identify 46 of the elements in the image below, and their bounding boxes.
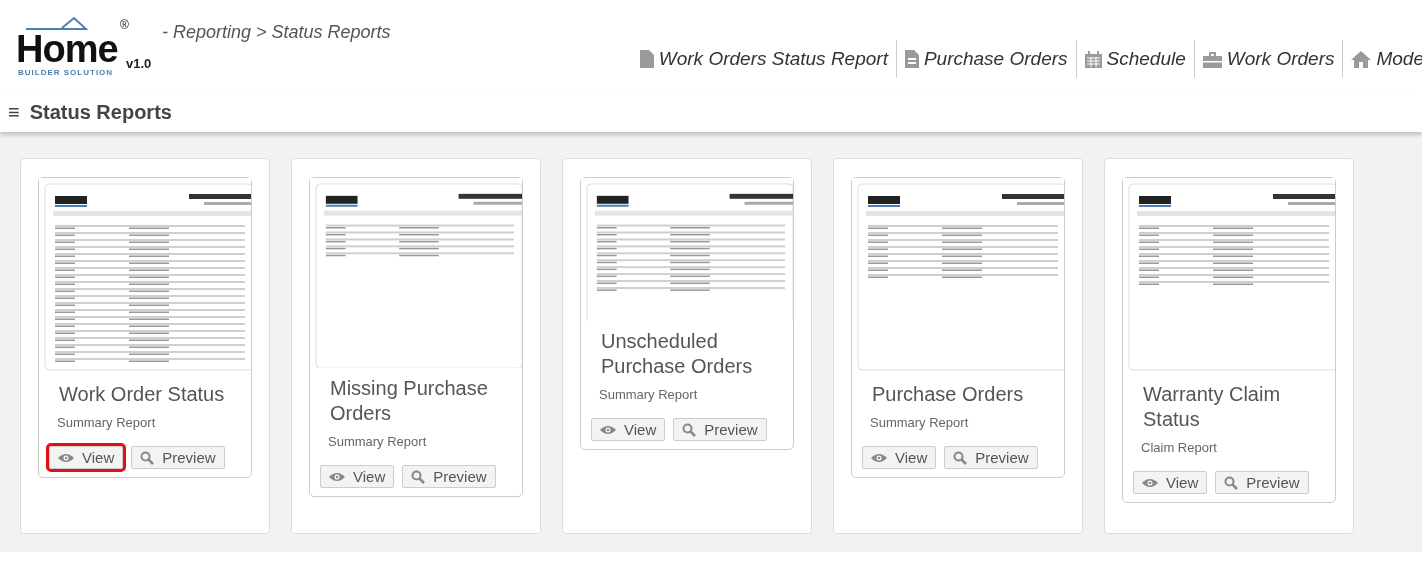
search-icon [140,450,155,465]
version-label: v1.0 [126,56,152,71]
eye-icon [600,424,616,435]
document-icon [639,50,654,68]
report-title: Work Order Status [58,382,226,407]
breadcrumb: - Reporting > Status Reports [162,22,391,44]
toolbox-icon [1202,50,1222,68]
report-type: Claim Report [1140,439,1218,455]
report-type: Summary Report [598,386,699,402]
form-icon [904,50,919,68]
view-button[interactable]: View [591,418,666,441]
view-button[interactable]: View [862,446,937,469]
preview-button[interactable]: Preview [1215,471,1309,494]
nav-link[interactable]: Work Orders Status Report [639,48,888,70]
view-button[interactable]: View [49,446,124,469]
house-icon [1351,50,1372,68]
eye-icon [1142,477,1158,488]
report-title: Purchase Orders [871,382,1025,407]
nav-link[interactable]: Purchase Orders [904,48,1068,70]
report-title: Warranty Claim Status [1142,382,1282,432]
preview-button[interactable]: Preview [402,465,496,488]
logo-tagline: BUILDER SOLUTION [18,68,114,77]
view-button[interactable]: View [1133,471,1208,494]
search-icon [682,422,697,437]
report-title: Unscheduled Purchase Orders [600,329,754,379]
preview-button[interactable]: Preview [673,418,767,441]
report-type: Summary Report [869,414,970,430]
logo-word: Home [16,30,118,68]
preview-button[interactable]: Preview [131,446,225,469]
calendar-icon [1084,50,1102,68]
eye-icon [329,471,345,482]
nav-link[interactable]: Work Orders [1202,48,1335,70]
search-icon [1224,475,1239,490]
report-title: Missing Purchase Orders [329,376,489,426]
view-button[interactable]: View [320,465,395,488]
report-type: Summary Report [327,433,428,449]
page-title: Status Reports [29,100,172,124]
nav-link[interactable]: Schedule [1084,48,1186,70]
report-type: Summary Report [56,414,157,430]
preview-button[interactable]: Preview [944,446,1038,469]
eye-icon [58,452,74,463]
eye-icon [871,452,887,463]
search-icon [953,450,968,465]
menu-icon[interactable]: ≡ [8,100,20,124]
search-icon [411,469,426,484]
registered-mark: ® [120,18,129,32]
